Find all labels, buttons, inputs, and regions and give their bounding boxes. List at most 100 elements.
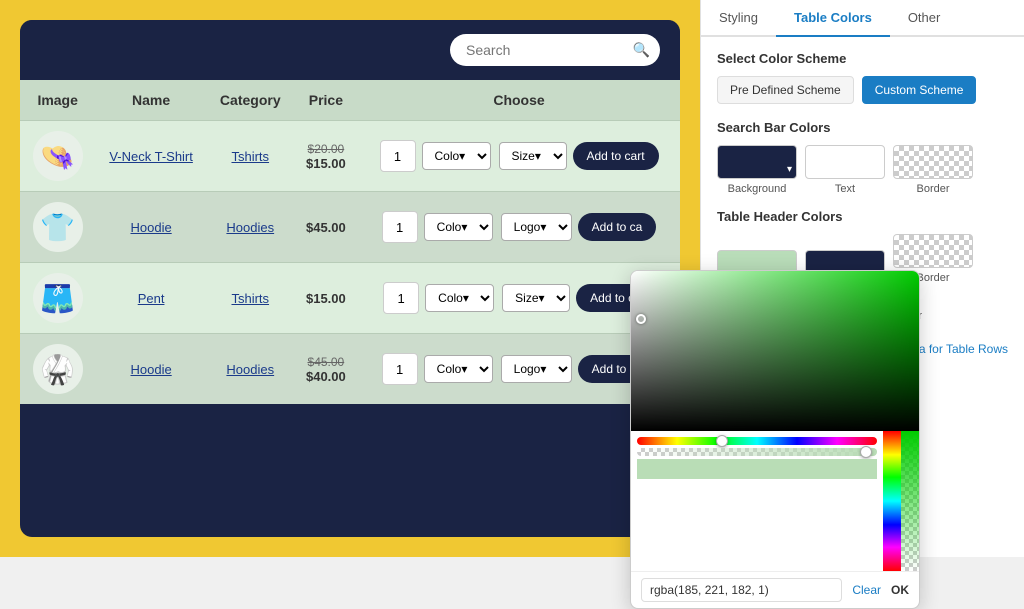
- price-original: $45.00: [304, 355, 348, 369]
- picker-hex-row: Clear OK: [631, 571, 919, 608]
- product-emoji: 👕: [33, 202, 83, 252]
- product-category[interactable]: Tshirts: [231, 149, 269, 164]
- product-emoji: 👒: [33, 131, 83, 181]
- col-choose: Choose: [358, 80, 680, 121]
- product-emoji: 🩳: [33, 273, 83, 323]
- product-emoji: 🥋: [33, 344, 83, 394]
- text-label: Text: [835, 183, 855, 195]
- add-to-cart-btn[interactable]: Add to ca: [578, 213, 657, 241]
- search-text-swatch[interactable]: [805, 145, 885, 179]
- quantity-input[interactable]: [382, 211, 418, 243]
- product-price-cell: $45.00$40.00: [294, 334, 358, 405]
- picker-ok-btn[interactable]: OK: [891, 583, 909, 597]
- header-border-swatch[interactable]: [893, 234, 973, 268]
- size-select[interactable]: Logo▾: [501, 213, 572, 241]
- product-category-cell: Tshirts: [207, 121, 294, 192]
- color-select[interactable]: Colo▾: [424, 213, 493, 241]
- product-category[interactable]: Hoodies: [226, 220, 274, 235]
- product-name[interactable]: Hoodie: [131, 362, 172, 377]
- col-image: Image: [20, 80, 95, 121]
- table-header-row: Image Name Category Price Choose: [20, 80, 680, 121]
- col-price: Price: [294, 80, 358, 121]
- product-name[interactable]: Pent: [138, 291, 165, 306]
- product-image-cell: 👒: [20, 121, 95, 192]
- picker-cursor: [636, 314, 646, 324]
- color-picker-overlay: Clear OK: [630, 270, 920, 609]
- choose-cell: Colo▾ Size▾Add to cart: [368, 140, 670, 172]
- color-select[interactable]: Colo▾: [422, 142, 491, 170]
- size-select[interactable]: Logo▾: [501, 355, 572, 383]
- add-to-cart-btn[interactable]: Add to cart: [573, 142, 659, 170]
- tab-table-colors[interactable]: Table Colors: [776, 0, 890, 37]
- picker-strips-row: [631, 431, 919, 571]
- price-original: $20.00: [304, 142, 348, 156]
- alpha-track[interactable]: [637, 448, 877, 456]
- hue-vertical-strip[interactable]: [883, 431, 901, 571]
- product-name-cell: Pent: [95, 263, 206, 334]
- quantity-input[interactable]: [383, 282, 419, 314]
- color-preview-fill: [637, 459, 877, 479]
- product-category-cell: Hoodies: [207, 192, 294, 263]
- col-name: Name: [95, 80, 206, 121]
- price-current: $45.00: [304, 220, 348, 235]
- color-select[interactable]: Colo▾: [424, 355, 493, 383]
- product-choose-cell: Colo▾ Logo▾Add to ca: [358, 192, 680, 263]
- table-row: 🥋HoodieHoodies$45.00$40.00Colo▾Logo▾Add …: [20, 334, 680, 405]
- product-name-cell: Hoodie: [95, 334, 206, 405]
- alpha-thumb[interactable]: [860, 446, 872, 458]
- quantity-input[interactable]: [382, 353, 418, 385]
- table-row: 🩳PentTshirts$15.00Colo▾Size▾Add to ca: [20, 263, 680, 334]
- product-price-cell: $20.00$15.00: [294, 121, 358, 192]
- product-category-cell: Tshirts: [207, 263, 294, 334]
- search-input[interactable]: [450, 34, 660, 66]
- price-current: $15.00: [304, 156, 348, 171]
- tabs-row: Styling Table Colors Other: [701, 0, 1024, 37]
- picker-clear-btn[interactable]: Clear: [848, 583, 885, 597]
- custom-scheme-btn[interactable]: Custom Scheme: [862, 76, 977, 104]
- search-bar-color-row: ▾ Background Text Border: [717, 145, 1008, 195]
- product-table: Image Name Category Price Choose 👒 V-Neck…: [20, 80, 680, 404]
- product-name[interactable]: V-Neck T-Shirt: [109, 149, 193, 164]
- size-select[interactable]: Size▾: [502, 284, 570, 312]
- col-category: Category: [207, 80, 294, 121]
- search-border-swatch-block: Border: [893, 145, 973, 195]
- price-current: $40.00: [304, 369, 348, 384]
- picker-gradient-area[interactable]: [631, 271, 919, 431]
- tab-other[interactable]: Other: [890, 0, 959, 37]
- choose-cell: Colo▾Logo▾Add to ca: [368, 353, 670, 385]
- table-row: 👕 Hoodie Hoodies $45.00 Colo▾ Logo▾Add to ca: [20, 192, 680, 263]
- product-image-cell: 🩳: [20, 263, 95, 334]
- tab-styling[interactable]: Styling: [701, 0, 776, 37]
- select-color-scheme-title: Select Color Scheme: [717, 51, 1008, 66]
- product-image-cell: 🥋: [20, 334, 95, 405]
- table-header-colors-title: Table Header Colors: [717, 209, 1008, 224]
- table-container: 🔍 Image Name Category Price Choose 👒 V-Ne…: [20, 20, 680, 537]
- table-row: 👒 V-Neck T-Shirt Tshirts $20.00$15.00 Colo▾ S…: [20, 121, 680, 192]
- left-panel: 🔍 Image Name Category Price Choose 👒 V-Ne…: [0, 0, 700, 557]
- search-bar-colors-title: Search Bar Colors: [717, 120, 1008, 135]
- choose-cell: Colo▾ Logo▾Add to ca: [368, 211, 670, 243]
- product-name[interactable]: Hoodie: [131, 220, 172, 235]
- picker-sliders: [631, 431, 883, 571]
- search-icon: 🔍: [633, 42, 650, 59]
- alpha-vertical-strip[interactable]: [901, 431, 919, 571]
- scheme-row: Pre Defined Scheme Custom Scheme: [717, 76, 1008, 104]
- predefined-scheme-btn[interactable]: Pre Defined Scheme: [717, 76, 854, 104]
- search-bg-swatch[interactable]: ▾: [717, 145, 797, 179]
- search-text-swatch-block: Text: [805, 145, 885, 195]
- product-category[interactable]: Hoodies: [226, 362, 274, 377]
- product-category[interactable]: Tshirts: [231, 291, 269, 306]
- size-select[interactable]: Size▾: [499, 142, 567, 170]
- hue-thumb[interactable]: [716, 435, 728, 447]
- color-select[interactable]: Colo▾: [425, 284, 494, 312]
- border-label: Border: [916, 183, 949, 195]
- search-wrapper: 🔍: [450, 34, 660, 66]
- search-border-swatch[interactable]: [893, 145, 973, 179]
- quantity-input[interactable]: [380, 140, 416, 172]
- hex-input[interactable]: [641, 578, 842, 602]
- search-bg-swatch-block: ▾ Background: [717, 145, 797, 195]
- hue-slider-row: [637, 437, 877, 445]
- search-bar-area: 🔍: [20, 20, 680, 80]
- price-current: $15.00: [304, 291, 348, 306]
- hue-track[interactable]: [637, 437, 877, 445]
